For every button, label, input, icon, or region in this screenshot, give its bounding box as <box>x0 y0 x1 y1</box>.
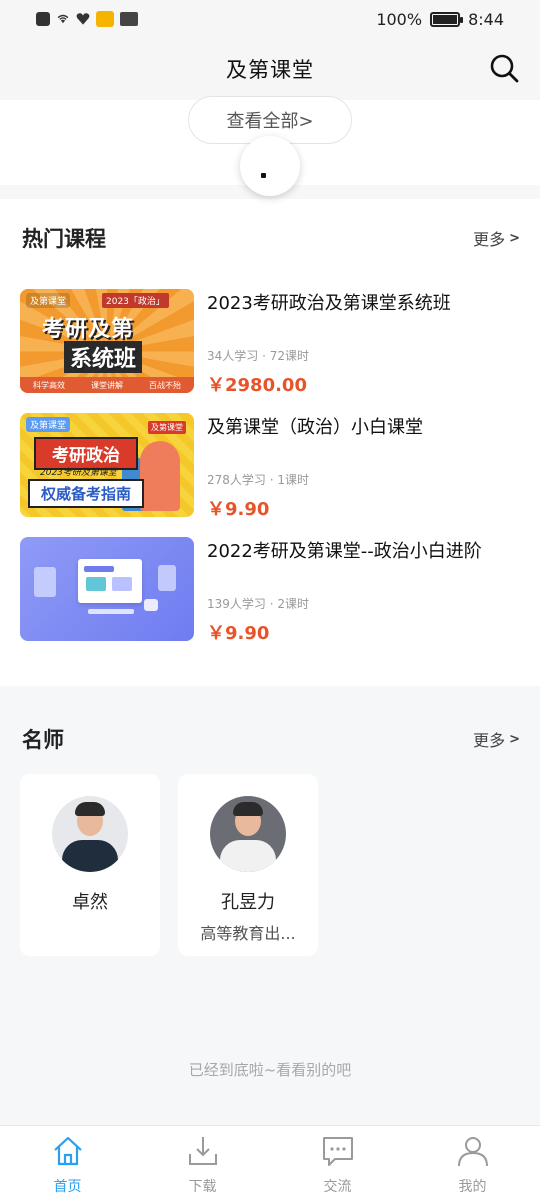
more-label: 更多 <box>473 731 506 750</box>
chat-icon <box>322 1137 353 1166</box>
thumb-subheadline: 系统班 <box>64 341 143 373</box>
hot-courses-section: 热门课程 更多 > 及第课堂 2023「政治」 考研及第 系统班 科学高效 课堂… <box>0 199 540 686</box>
teacher-name: 孔昱力 <box>221 892 275 913</box>
tab-profile[interactable]: 我的 <box>405 1126 540 1200</box>
tab-download[interactable]: 下载 <box>135 1126 270 1200</box>
status-bar: 100% 8:44 <box>0 0 540 38</box>
course-meta: 278人学习 · 1课时 <box>207 473 309 487</box>
battery-fill <box>433 14 458 24</box>
tab-label: 下载 <box>188 1179 217 1195</box>
battery-icon <box>430 11 464 27</box>
course-price: ￥9.90 <box>207 623 270 644</box>
thumb-tag: 及第课堂 <box>26 293 71 308</box>
hms-icon <box>120 12 138 26</box>
download-icon <box>188 1137 217 1165</box>
dot-icon <box>261 173 266 178</box>
clock: 8:44 <box>468 9 504 29</box>
tab-label: 我的 <box>458 1179 487 1195</box>
thumb-badge: 2023「政治」 <box>102 293 169 308</box>
section-title: 名师 <box>22 728 64 752</box>
teacher-card[interactable]: 孔昱力 高等教育出... <box>178 774 318 956</box>
home-icon <box>53 1136 82 1166</box>
course-info: 2023考研政治及第课堂系统班 34人学习 · 72课时 ￥2980.00 <box>207 289 520 396</box>
tab-label: 交流 <box>323 1179 352 1195</box>
more-link[interactable]: 更多 > <box>473 727 520 751</box>
course-item[interactable]: 及第课堂 2023「政治」 考研及第 系统班 科学高效 课堂讲解 百战不殆 20… <box>20 289 520 396</box>
course-item[interactable]: 2022考研及第课堂--政治小白进阶 139人学习 · 2课时 ￥9.90 <box>20 537 520 644</box>
thumb-footer: 科学高效 课堂讲解 百战不殆 <box>20 377 194 393</box>
more-link[interactable]: 更多 > <box>473 226 520 250</box>
course-title: 及第课堂（政治）小白课堂 <box>207 417 423 438</box>
course-price: ￥9.90 <box>207 499 270 520</box>
heart-rate-icon <box>76 13 90 25</box>
course-meta: 34人学习 · 72课时 <box>207 349 309 363</box>
thumb-tag: 及第课堂 <box>26 417 71 432</box>
course-title: 2022考研及第课堂--政治小白进阶 <box>207 541 482 562</box>
app-header: 及第课堂 <box>0 38 540 100</box>
chevron-right-icon: > <box>509 230 520 246</box>
tab-label: 首页 <box>53 1179 82 1195</box>
wifi-icon <box>57 14 69 24</box>
search-icon[interactable] <box>488 52 520 84</box>
profile-icon <box>457 1137 488 1167</box>
status-icons <box>36 11 138 27</box>
alert-icon <box>36 12 50 26</box>
course-item[interactable]: 及第课堂 及第课堂 考研政治 2023考研及第课堂 权威备考指南 及第课堂（政治… <box>20 413 520 520</box>
thumb-foot-text: 百战不殆 <box>149 380 181 390</box>
avatar <box>52 796 128 872</box>
course-title: 2023考研政治及第课堂系统班 <box>207 293 451 314</box>
battery-percent: 100% <box>376 9 423 29</box>
tab-home[interactable]: 首页 <box>0 1126 135 1200</box>
thumb-subheadline: 2023考研及第课堂 <box>40 468 117 478</box>
thumb-headline: 考研及第 <box>42 317 135 342</box>
monitor-illustration <box>78 559 142 603</box>
teachers-section: 名师 更多 > 卓然 孔昱力 高等教育出... <box>0 700 540 1120</box>
chevron-right-icon: > <box>509 731 520 747</box>
status-right: 100% 8:44 <box>376 10 504 29</box>
course-thumbnail: 及第课堂 2023「政治」 考研及第 系统班 科学高效 课堂讲解 百战不殆 <box>20 289 194 393</box>
course-thumbnail: 及第课堂 及第课堂 考研政治 2023考研及第课堂 权威备考指南 <box>20 413 194 517</box>
thumb-foot-text: 科学高效 <box>33 380 65 390</box>
teacher-card[interactable]: 卓然 <box>20 774 160 956</box>
avatar <box>210 796 286 872</box>
teacher-desc: 高等教育出... <box>200 924 296 943</box>
course-thumbnail <box>20 537 194 641</box>
floating-button[interactable] <box>240 136 300 196</box>
thumb-foot-text: 课堂讲解 <box>91 380 123 390</box>
weibo-icon <box>96 11 114 27</box>
section-title: 热门课程 <box>22 227 106 251</box>
course-price: ￥2980.00 <box>207 375 307 396</box>
end-of-list-text: 已经到底啦~看看别的吧 <box>188 1061 352 1079</box>
teacher-name: 卓然 <box>72 892 108 913</box>
thumb-guide: 权威备考指南 <box>28 479 144 508</box>
section-header: 名师 更多 > <box>22 724 520 754</box>
section-header: 热门课程 更多 > <box>22 223 520 253</box>
tab-chat[interactable]: 交流 <box>270 1126 405 1200</box>
thumb-corner: 及第课堂 <box>148 421 186 434</box>
bottom-tab-bar: 首页 下载 交流 我的 <box>0 1125 540 1200</box>
more-label: 更多 <box>473 230 506 249</box>
page-title: 及第课堂 <box>226 58 314 82</box>
course-info: 及第课堂（政治）小白课堂 278人学习 · 1课时 ￥9.90 <box>207 413 520 520</box>
course-meta: 139人学习 · 2课时 <box>207 597 309 611</box>
course-info: 2022考研及第课堂--政治小白进阶 139人学习 · 2课时 ￥9.90 <box>207 537 520 644</box>
